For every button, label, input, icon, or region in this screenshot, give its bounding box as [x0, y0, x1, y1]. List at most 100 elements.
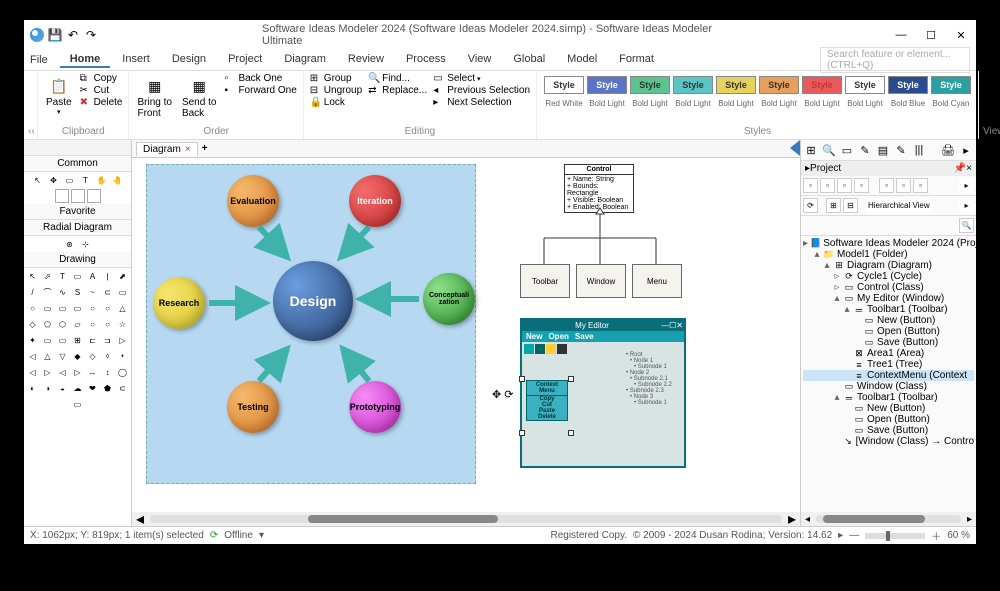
shape-tool[interactable]: ◯ — [116, 365, 129, 379]
ribbon-tab-global[interactable]: Global — [503, 52, 555, 68]
close-panel-icon[interactable]: × — [966, 163, 972, 174]
shape-tool[interactable]: ◐ — [26, 381, 39, 395]
project-scrollbar[interactable]: ◂▸ — [801, 512, 976, 526]
pt-icon[interactable]: ⊟ — [843, 198, 858, 213]
tree-twisty-icon[interactable]: ▴ — [823, 260, 831, 271]
my-editor-window[interactable]: My Editor―☐✕ New Open Save Context Menu — [520, 318, 686, 468]
uml-control-class[interactable]: Control + Name: String+ Bounds: Rectangl… — [564, 164, 634, 213]
shape-tool[interactable]: ○ — [101, 317, 114, 331]
shape-tool[interactable]: ◁ — [26, 365, 39, 379]
scroll-right-icon[interactable]: ▸ — [967, 514, 972, 525]
lock-button[interactable]: 🔒Lock — [308, 97, 364, 108]
tool-icon[interactable]: ✎ — [893, 142, 909, 158]
editor-open-button[interactable]: Open — [548, 332, 568, 341]
close-button[interactable]: ✕ — [946, 20, 976, 50]
tree-item[interactable]: ▴⊞Diagram (Diagram) — [803, 260, 974, 271]
shape-tool[interactable]: ▭ — [116, 285, 129, 299]
shape-tool[interactable]: ∿ — [56, 285, 69, 299]
canvas-tab-diagram[interactable]: Diagram× — [136, 142, 198, 156]
shape-tool[interactable]: T — [56, 269, 69, 283]
search-icon[interactable]: 🔍 — [959, 218, 974, 233]
tree-item[interactable]: ▭Save (Button) — [803, 425, 974, 436]
rect-select-tool[interactable]: ▭ — [63, 173, 77, 187]
shape-tool[interactable]: ✦ — [26, 333, 39, 347]
ribbon-tab-model[interactable]: Model — [557, 52, 607, 68]
ribbon-tab-format[interactable]: Format — [609, 52, 664, 68]
shape-tool[interactable]: ⊂ — [101, 285, 114, 299]
hand-tool[interactable]: ✋ — [95, 173, 109, 187]
shape-tool[interactable]: ▷ — [116, 333, 129, 347]
common-section[interactable]: Common — [24, 156, 131, 172]
shape-tool[interactable]: ↕ — [101, 365, 114, 379]
tool[interactable] — [71, 189, 85, 203]
zoom-in-button[interactable]: ＋ — [931, 528, 941, 543]
swatch[interactable] — [535, 344, 545, 354]
tool-icon[interactable]: 🖨 — [940, 142, 956, 158]
uml-menu[interactable]: Menu — [632, 264, 682, 298]
pt-icon[interactable]: ⟳ — [803, 198, 818, 213]
ribbon-tab-process[interactable]: Process — [396, 52, 456, 68]
shape-tool[interactable]: ⊞ — [71, 333, 84, 347]
shape-tool[interactable]: ▭ — [41, 301, 54, 315]
forward-one-button[interactable]: ▪Forward One — [222, 85, 298, 96]
shape-tool[interactable]: △ — [41, 349, 54, 363]
maximize-button[interactable]: ☐ — [916, 20, 946, 50]
shape-tool[interactable]: ⬡ — [56, 317, 69, 331]
scroll-left-icon[interactable]: ◂ — [805, 514, 810, 525]
tree-item[interactable]: ▭Window (Class) — [803, 381, 974, 392]
view-mode-label[interactable]: Hierarchical View — [866, 198, 932, 213]
resize-handle[interactable] — [519, 376, 525, 382]
tree-item[interactable]: ▹▭Control (Class) — [803, 282, 974, 293]
shape-tool[interactable]: S — [71, 285, 84, 299]
shape-tool[interactable]: ▷ — [41, 365, 54, 379]
shape-tool[interactable]: △ — [116, 301, 129, 315]
shape-tool[interactable]: ◇ — [86, 349, 99, 363]
delete-button[interactable]: ✖Delete — [78, 97, 125, 108]
prev-selection-button[interactable]: ◂Previous Selection — [431, 85, 532, 96]
tree-item[interactable]: ▭Open (Button) — [803, 414, 974, 425]
undo-icon[interactable]: ↶ — [66, 28, 80, 42]
ribbon-tab-diagram[interactable]: Diagram — [274, 52, 336, 68]
ungroup-button[interactable]: ⊟Ungroup — [308, 85, 364, 96]
tool-icon[interactable]: ⊞ — [803, 142, 819, 158]
radial-tool[interactable]: ⊹ — [79, 237, 93, 251]
close-tab-icon[interactable]: × — [185, 144, 191, 155]
shape-tool[interactable]: ⌒ — [41, 285, 54, 299]
style-chip[interactable]: Style — [673, 76, 713, 94]
ribbon-collapse[interactable]: ‹‹ — [24, 71, 38, 139]
pt-icon[interactable]: ▫ — [803, 178, 818, 193]
select-button[interactable]: ▭Select ▾ — [431, 73, 532, 84]
style-chip[interactable]: Style — [759, 76, 799, 94]
replace-button[interactable]: ⇄Replace... — [366, 85, 429, 96]
resize-handle[interactable] — [568, 430, 574, 436]
ribbon-tab-view[interactable]: View — [458, 52, 502, 68]
find-button[interactable]: 🔍Find... — [366, 73, 429, 84]
pt-icon[interactable]: ⊞ — [826, 198, 841, 213]
chevron-right-icon[interactable]: ▸ — [959, 178, 974, 193]
shape-tool[interactable]: ☆ — [116, 317, 129, 331]
scrollbar-thumb[interactable] — [823, 515, 924, 523]
shape-tool[interactable]: ▱ — [71, 317, 84, 331]
editor-min-icon[interactable]: ― — [661, 321, 669, 330]
zoom-out-button[interactable]: ― — [849, 530, 859, 541]
tree-item[interactable]: ↘[Window (Class) → Contro — [803, 436, 974, 447]
radial-section[interactable]: Radial Diagram — [24, 220, 131, 236]
swatch[interactable] — [546, 344, 556, 354]
move-tool[interactable]: ✥ — [47, 173, 61, 187]
tree-twisty-icon[interactable]: ▸ — [803, 238, 808, 249]
paste-button[interactable]: 📋Paste▾ — [42, 73, 76, 118]
shape-tool[interactable]: ☁ — [71, 381, 84, 395]
save-icon[interactable]: 💾 — [48, 28, 62, 42]
editor-close-icon[interactable]: ✕ — [676, 321, 683, 330]
shape-tool[interactable]: ◒ — [56, 381, 69, 395]
tool[interactable] — [55, 189, 69, 203]
tree-item[interactable]: ▹⟳Cycle1 (Cycle) — [803, 271, 974, 282]
shape-tool[interactable]: ◁ — [56, 365, 69, 379]
tool-icon[interactable]: ✎ — [857, 142, 873, 158]
tool[interactable] — [87, 189, 101, 203]
resize-handle[interactable] — [568, 376, 574, 382]
ribbon-tab-review[interactable]: Review — [338, 52, 394, 68]
style-chip[interactable]: Style — [802, 76, 842, 94]
tree-item[interactable]: ▴═Toolbar1 (Toolbar) — [803, 304, 974, 315]
tool-icon[interactable]: ▸ — [958, 142, 974, 158]
